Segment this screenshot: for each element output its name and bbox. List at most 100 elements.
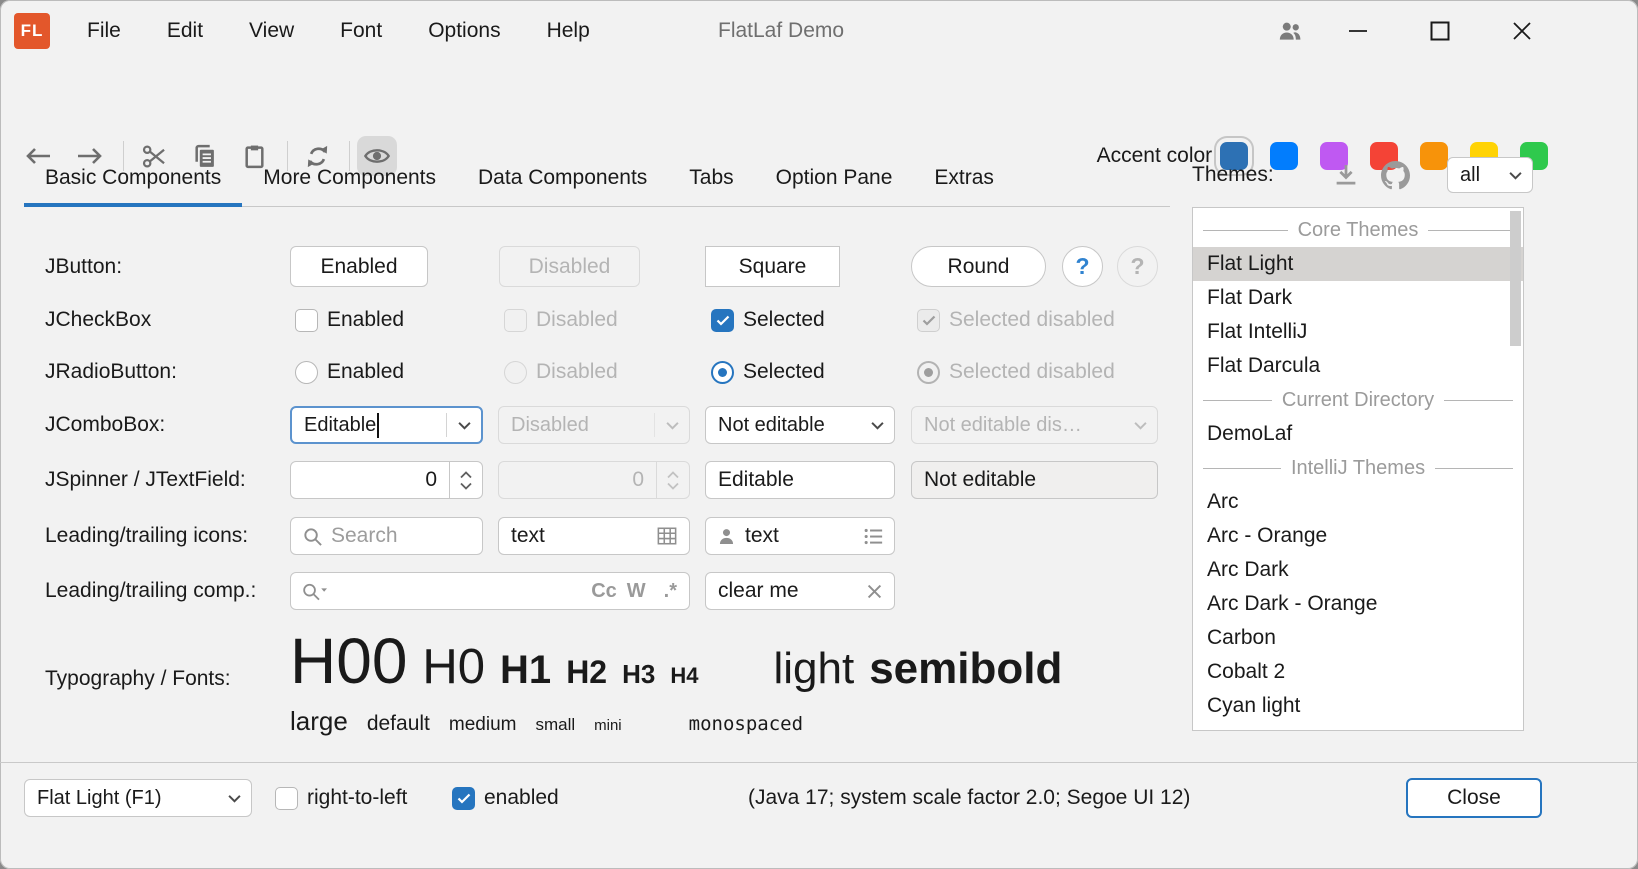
tab-tabs[interactable]: Tabs <box>668 150 754 206</box>
themes-filter-combobox[interactable]: all <box>1447 157 1533 193</box>
accent-swatch-blue[interactable] <box>1270 142 1298 170</box>
theme-item-dark-flat[interactable]: Dark Flat <box>1193 723 1523 731</box>
jcombobox-row-label: JComboBox: <box>45 406 165 444</box>
tab-more-components[interactable]: More Components <box>242 150 457 206</box>
textfield-editable[interactable]: Editable <box>705 461 895 499</box>
theme-item-demolaf[interactable]: DemoLaf <box>1193 417 1523 451</box>
lookandfeel-combobox[interactable]: Flat Light (F1) <box>24 779 252 817</box>
users-icon <box>1277 19 1303 43</box>
minimize-button[interactable] <box>1334 0 1382 62</box>
radio-selected[interactable]: Selected <box>711 360 825 384</box>
users-button[interactable] <box>1266 0 1314 62</box>
combobox-value: Disabled <box>499 414 654 437</box>
radio-enabled[interactable]: Enabled <box>295 360 404 384</box>
chevron-down-icon[interactable] <box>447 421 481 430</box>
system-info-text: (Java 17; system scale factor 2.0; Segoe… <box>748 779 1190 817</box>
menubar: File Edit View Font Options Help <box>64 0 613 62</box>
regex-button[interactable]: .* <box>664 580 677 603</box>
enabled-checkbox[interactable]: enabled <box>452 786 559 810</box>
menu-view[interactable]: View <box>226 0 317 62</box>
theme-item-flat-light[interactable]: Flat Light <box>1193 247 1523 281</box>
right-to-left-checkbox[interactable]: right-to-left <box>275 786 407 810</box>
spinner-up-icon <box>667 471 679 479</box>
theme-item-flat-darcula[interactable]: Flat Darcula <box>1193 349 1523 383</box>
checkbox-label: Enabled <box>327 308 404 332</box>
spinner-enabled[interactable]: 0 <box>290 461 483 499</box>
combobox-not-editable[interactable]: Not editable <box>705 406 895 444</box>
textfield-value[interactable]: clear me <box>706 579 867 603</box>
menu-edit[interactable]: Edit <box>144 0 226 62</box>
theme-item-carbon[interactable]: Carbon <box>1193 621 1523 655</box>
radio-disabled: Disabled <box>504 360 618 384</box>
textfield-leading-trailing-icons[interactable]: text <box>705 517 895 555</box>
round-button[interactable]: Round <box>911 246 1046 287</box>
combobox-editable[interactable]: Editable <box>290 406 483 444</box>
combobox-value: Not editable <box>706 414 860 437</box>
close-button[interactable]: Close <box>1406 778 1542 818</box>
enabled-button[interactable]: Enabled <box>290 246 428 287</box>
semibold-sample: semibold <box>869 644 1062 694</box>
tab-basic-components[interactable]: Basic Components <box>24 150 242 206</box>
checkbox-selected[interactable]: Selected <box>711 308 825 332</box>
theme-item-cyan-light[interactable]: Cyan light <box>1193 689 1523 723</box>
themes-label: Themes: <box>1192 157 1274 193</box>
leading-trailing-comp-row-label: Leading/trailing comp.: <box>45 572 256 610</box>
github-button[interactable] <box>1381 161 1410 190</box>
checkbox-label: Selected disabled <box>949 308 1115 332</box>
search-field[interactable]: Search <box>290 517 483 555</box>
theme-item-arc-orange[interactable]: Arc - Orange <box>1193 519 1523 553</box>
search-options-icon[interactable] <box>301 581 328 602</box>
tab-option-pane[interactable]: Option Pane <box>755 150 914 206</box>
checkbox-enabled[interactable]: Enabled <box>295 308 404 332</box>
spinner-up-icon <box>460 471 472 479</box>
radio-icon <box>504 361 527 384</box>
tab-extras[interactable]: Extras <box>913 150 1015 206</box>
textfield-trailing-icon[interactable]: text <box>498 517 690 555</box>
spinner-disabled: 0 <box>498 461 690 499</box>
theme-item-arc-dark[interactable]: Arc Dark <box>1193 553 1523 587</box>
tab-data-components[interactable]: Data Components <box>457 150 668 206</box>
square-button[interactable]: Square <box>705 246 840 287</box>
theme-item-flat-intellij[interactable]: Flat IntelliJ <box>1193 315 1523 349</box>
combobox-value[interactable]: Editable <box>292 413 446 438</box>
minimize-icon <box>1347 20 1369 42</box>
theme-item-cobalt-2[interactable]: Cobalt 2 <box>1193 655 1523 689</box>
menu-options[interactable]: Options <box>405 0 523 62</box>
spinner-buttons <box>656 462 689 498</box>
radio-label: Disabled <box>536 360 618 384</box>
radio-selected-disabled: Selected disabled <box>917 360 1115 384</box>
search-field-with-options[interactable]: Cc W .* <box>290 572 690 610</box>
close-window-button[interactable] <box>1498 0 1546 62</box>
list-icon <box>863 527 884 546</box>
search-placeholder: Search <box>323 524 398 548</box>
maximize-button[interactable] <box>1416 0 1464 62</box>
jcheckbox-row-label: JCheckBox <box>45 306 151 334</box>
clear-icon[interactable] <box>867 584 882 599</box>
textfield-value[interactable]: Editable <box>706 468 794 492</box>
spinner-buttons[interactable] <box>449 462 482 498</box>
h3-sample: H3 <box>622 659 655 690</box>
match-case-button[interactable]: Cc <box>591 580 617 603</box>
main-tabbar: Basic Components More Components Data Co… <box>24 150 1170 207</box>
themes-scrollbar-thumb[interactable] <box>1510 211 1521 346</box>
theme-item-arc-dark-orange[interactable]: Arc Dark - Orange <box>1193 587 1523 621</box>
spinner-value[interactable]: 0 <box>291 468 449 492</box>
menu-file[interactable]: File <box>64 0 144 62</box>
radio-icon <box>295 361 318 384</box>
help-button[interactable]: ? <box>1062 246 1103 287</box>
menu-help[interactable]: Help <box>524 0 613 62</box>
menu-font[interactable]: Font <box>317 0 405 62</box>
theme-item-arc[interactable]: Arc <box>1193 485 1523 519</box>
whole-word-button[interactable]: W <box>627 580 646 603</box>
textfield-value[interactable]: text <box>499 524 656 548</box>
accent-swatch-orange[interactable] <box>1420 142 1448 170</box>
combobox-not-editable-disabled: Not editable dis… <box>911 406 1158 444</box>
app-logo: FL <box>14 13 50 49</box>
checkbox-label: right-to-left <box>307 786 407 810</box>
download-themes-button[interactable] <box>1331 160 1361 190</box>
textfield-value[interactable]: text <box>737 524 863 548</box>
clearable-textfield[interactable]: clear me <box>705 572 895 610</box>
combobox-value: Not editable dis… <box>912 414 1123 437</box>
theme-item-flat-dark[interactable]: Flat Dark <box>1193 281 1523 315</box>
textfield-not-editable: Not editable <box>911 461 1158 499</box>
